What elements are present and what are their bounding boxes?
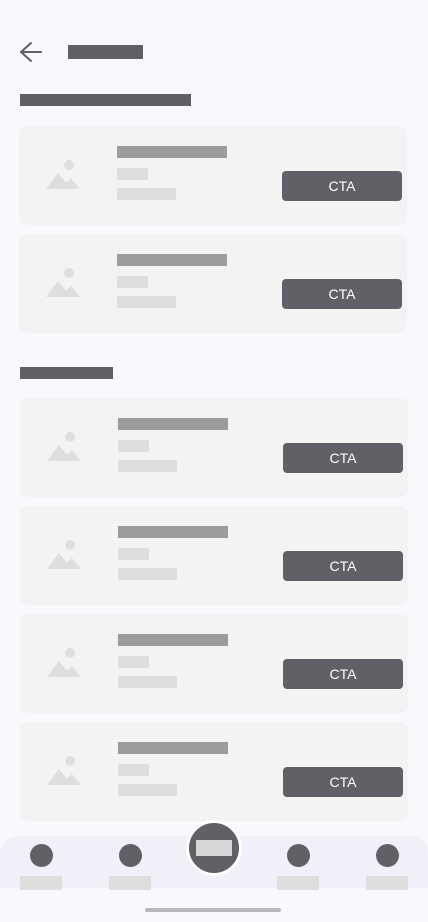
list-item[interactable]: CTA	[20, 722, 408, 821]
item-meta-placeholder	[118, 784, 177, 796]
item-title-placeholder	[117, 146, 227, 158]
section-title-placeholder	[20, 367, 113, 379]
item-subtitle-placeholder	[117, 168, 148, 180]
item-meta-placeholder	[117, 188, 176, 200]
item-meta-placeholder	[118, 676, 177, 688]
nav-dot-icon	[119, 844, 142, 867]
home-indicator	[145, 908, 281, 912]
item-title-placeholder	[118, 634, 228, 646]
cta-button[interactable]: CTA	[283, 551, 403, 581]
list-item[interactable]: CTA	[20, 398, 408, 497]
item-subtitle-placeholder	[118, 548, 149, 560]
item-subtitle-placeholder	[118, 764, 149, 776]
image-placeholder-icon	[47, 432, 81, 461]
item-title-placeholder	[117, 254, 227, 266]
list-item[interactable]: CTA	[19, 234, 407, 333]
image-placeholder-icon	[46, 268, 80, 297]
image-placeholder-icon	[47, 540, 81, 569]
section-title-placeholder	[20, 94, 191, 106]
image-placeholder-icon	[46, 160, 80, 189]
item-subtitle-placeholder	[118, 440, 149, 452]
item-meta-placeholder	[118, 568, 177, 580]
item-meta-placeholder	[118, 460, 177, 472]
item-meta-placeholder	[117, 296, 176, 308]
fab-button[interactable]	[186, 820, 242, 876]
cta-button[interactable]: CTA	[283, 767, 403, 797]
image-placeholder-icon	[47, 756, 81, 785]
image-placeholder-icon	[47, 648, 81, 677]
list-item[interactable]: CTA	[19, 126, 407, 225]
list-item[interactable]: CTA	[20, 614, 408, 713]
nav-dot-icon	[30, 844, 53, 867]
nav-item-3[interactable]	[277, 844, 321, 890]
cta-button[interactable]: CTA	[283, 659, 403, 689]
nav-dot-icon	[376, 844, 399, 867]
item-title-placeholder	[118, 526, 228, 538]
back-button[interactable]	[18, 40, 46, 64]
cta-button[interactable]: CTA	[282, 279, 402, 309]
item-title-placeholder	[118, 418, 228, 430]
cta-button[interactable]: CTA	[283, 443, 403, 473]
item-subtitle-placeholder	[118, 656, 149, 668]
page-title-placeholder	[68, 45, 143, 59]
nav-label-placeholder	[20, 876, 62, 890]
nav-item-4[interactable]	[366, 844, 410, 890]
nav-dot-icon	[287, 844, 310, 867]
nav-label-placeholder	[277, 876, 319, 890]
nav-label-placeholder	[109, 876, 151, 890]
arrow-left-icon	[20, 42, 42, 62]
nav-label-placeholder	[366, 876, 408, 890]
list-item[interactable]: CTA	[20, 506, 408, 605]
nav-item-1[interactable]	[20, 844, 64, 890]
item-subtitle-placeholder	[117, 276, 148, 288]
cta-button[interactable]: CTA	[282, 171, 402, 201]
fab-icon	[196, 840, 232, 856]
item-title-placeholder	[118, 742, 228, 754]
nav-item-2[interactable]	[109, 844, 153, 890]
